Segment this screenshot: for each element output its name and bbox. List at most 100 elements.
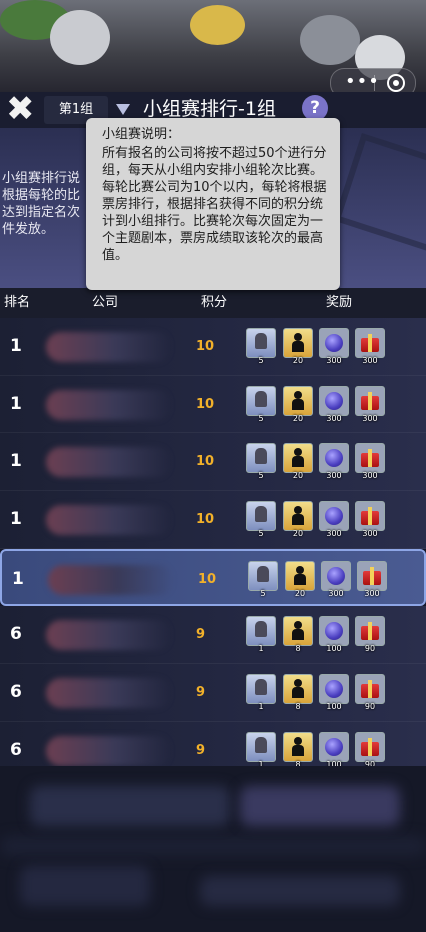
- miniprogram-capsule: •••: [330, 68, 416, 92]
- reward-count: 20: [292, 356, 304, 365]
- reward-count: 20: [294, 588, 306, 598]
- score-value: 10: [196, 396, 215, 412]
- reward-count: 20: [292, 413, 304, 423]
- gift-box-icon[interactable]: 300: [355, 328, 385, 365]
- table-row[interactable]: 6 9 1 8 100 90: [0, 606, 426, 665]
- character-card-icon[interactable]: 5: [246, 443, 276, 480]
- table-header: 排名 公司 积分 奖励: [0, 288, 426, 318]
- gift-box-icon[interactable]: 300: [355, 501, 385, 538]
- scene-decoration: [190, 5, 245, 45]
- company-avatar-blurred: [46, 389, 172, 420]
- purple-gem-icon[interactable]: 300: [319, 385, 349, 423]
- reward-count: 100: [326, 644, 342, 654]
- actor-silhouette-icon[interactable]: 20: [285, 560, 315, 598]
- table-row[interactable]: 1 10 5 20 300 300: [0, 318, 426, 376]
- blurred-content: [240, 786, 400, 826]
- score-value: 10: [196, 454, 215, 470]
- score-value: 9: [196, 627, 206, 643]
- reward-count: 300: [328, 588, 344, 598]
- gift-box-icon[interactable]: 90: [355, 616, 385, 653]
- reward-count: 8: [295, 702, 301, 712]
- reward-count: 20: [292, 529, 304, 539]
- score-value: 9: [196, 685, 206, 701]
- table-row[interactable]: 1 10 5 20 300 300: [0, 491, 426, 549]
- table-row[interactable]: 1 10 5 20 300 300: [0, 433, 426, 492]
- company-avatar-blurred: [46, 447, 172, 478]
- reward-count: 300: [362, 529, 378, 539]
- rank-value: 1: [10, 451, 22, 472]
- gift-box-icon[interactable]: 300: [355, 385, 385, 423]
- actor-silhouette-icon[interactable]: 20: [283, 443, 313, 480]
- help-tooltip: 小组赛说明： 所有报名的公司将按不超过50个进行分组，每天从小组内安排小组轮次比…: [86, 118, 340, 290]
- actor-silhouette-icon[interactable]: 8: [283, 674, 313, 711]
- company-avatar-blurred: [46, 505, 172, 536]
- reward-count: 1: [258, 702, 264, 712]
- reward-count: 5: [258, 413, 264, 423]
- dropdown-triangle-icon[interactable]: [116, 104, 130, 115]
- reward-count: 300: [326, 413, 342, 423]
- reward-count: 8: [295, 644, 301, 654]
- rank-value: 1: [10, 336, 22, 356]
- scene-decoration: [50, 10, 110, 65]
- gift-box-icon[interactable]: 300: [355, 443, 385, 480]
- ranking-list[interactable]: 1 10 5 20 300 300 1 10 5 20 300 300 1 10…: [0, 318, 426, 780]
- character-card-icon[interactable]: 1: [246, 674, 276, 711]
- actor-silhouette-icon[interactable]: 8: [283, 616, 313, 653]
- rank-value: 1: [10, 509, 22, 530]
- gift-box-icon[interactable]: 300: [357, 560, 387, 598]
- score-value: 10: [196, 512, 215, 528]
- purple-gem-icon[interactable]: 300: [319, 328, 349, 365]
- purple-gem-icon[interactable]: 100: [319, 674, 349, 711]
- purple-gem-icon[interactable]: 100: [319, 731, 349, 769]
- blurred-content: [200, 876, 400, 906]
- reward-count: 5: [260, 588, 266, 598]
- reward-count: 300: [362, 356, 378, 365]
- bottom-panel: [0, 766, 426, 932]
- actor-silhouette-icon[interactable]: 8: [283, 731, 313, 769]
- col-rank: 排名: [4, 295, 31, 310]
- table-row[interactable]: 6 9 1 8 100 90: [0, 664, 426, 722]
- character-card-icon[interactable]: 1: [246, 616, 276, 653]
- reward-count: 5: [258, 529, 264, 539]
- purple-gem-icon[interactable]: 300: [319, 443, 349, 480]
- top-banner-image: •••: [0, 0, 426, 92]
- blurred-content: [30, 786, 230, 826]
- col-score: 积分: [201, 295, 228, 310]
- reward-count: 300: [326, 529, 342, 539]
- close-icon[interactable]: ✖: [6, 90, 35, 128]
- exit-icon[interactable]: [387, 74, 405, 92]
- gift-box-icon[interactable]: 90: [355, 731, 385, 769]
- company-avatar-blurred: [46, 332, 172, 362]
- tooltip-body: 所有报名的公司将按不超过50个进行分组，每天从小组内安排小组轮次比赛。每轮比赛公…: [102, 146, 327, 263]
- capsule-divider: [374, 75, 375, 91]
- actor-silhouette-icon[interactable]: 20: [283, 501, 313, 538]
- purple-gem-icon[interactable]: 100: [319, 616, 349, 653]
- character-card-icon[interactable]: 5: [246, 501, 276, 538]
- film-strip-decoration: [333, 132, 426, 256]
- reward-count: 20: [292, 471, 304, 481]
- rank-value: 6: [10, 682, 22, 703]
- tooltip-title: 小组赛说明：: [102, 127, 181, 142]
- character-card-icon[interactable]: 5: [246, 328, 276, 365]
- reward-count: 100: [326, 702, 342, 712]
- col-reward: 奖励: [326, 295, 353, 310]
- purple-gem-icon[interactable]: 300: [319, 501, 349, 538]
- rank-value: 6: [10, 624, 22, 645]
- rank-value: 1: [12, 568, 24, 589]
- purple-gem-icon[interactable]: 300: [321, 560, 351, 598]
- gift-box-icon[interactable]: 90: [355, 674, 385, 711]
- character-card-icon[interactable]: 1: [246, 731, 276, 769]
- col-company: 公司: [92, 295, 119, 310]
- reward-count: 1: [258, 644, 264, 654]
- table-row[interactable]: 1 10 5 20 300 300: [0, 375, 426, 434]
- character-card-icon[interactable]: 5: [248, 560, 278, 598]
- table-row[interactable]: 1 10 5 20 300 300: [0, 548, 426, 607]
- actor-silhouette-icon[interactable]: 20: [283, 385, 313, 423]
- reward-count: 5: [258, 471, 264, 481]
- actor-silhouette-icon[interactable]: 20: [283, 328, 313, 365]
- character-card-icon[interactable]: 5: [246, 385, 276, 423]
- score-value: 10: [196, 339, 215, 354]
- reward-count: 300: [362, 471, 378, 481]
- reward-count: 300: [362, 413, 378, 423]
- company-avatar-blurred: [46, 678, 172, 709]
